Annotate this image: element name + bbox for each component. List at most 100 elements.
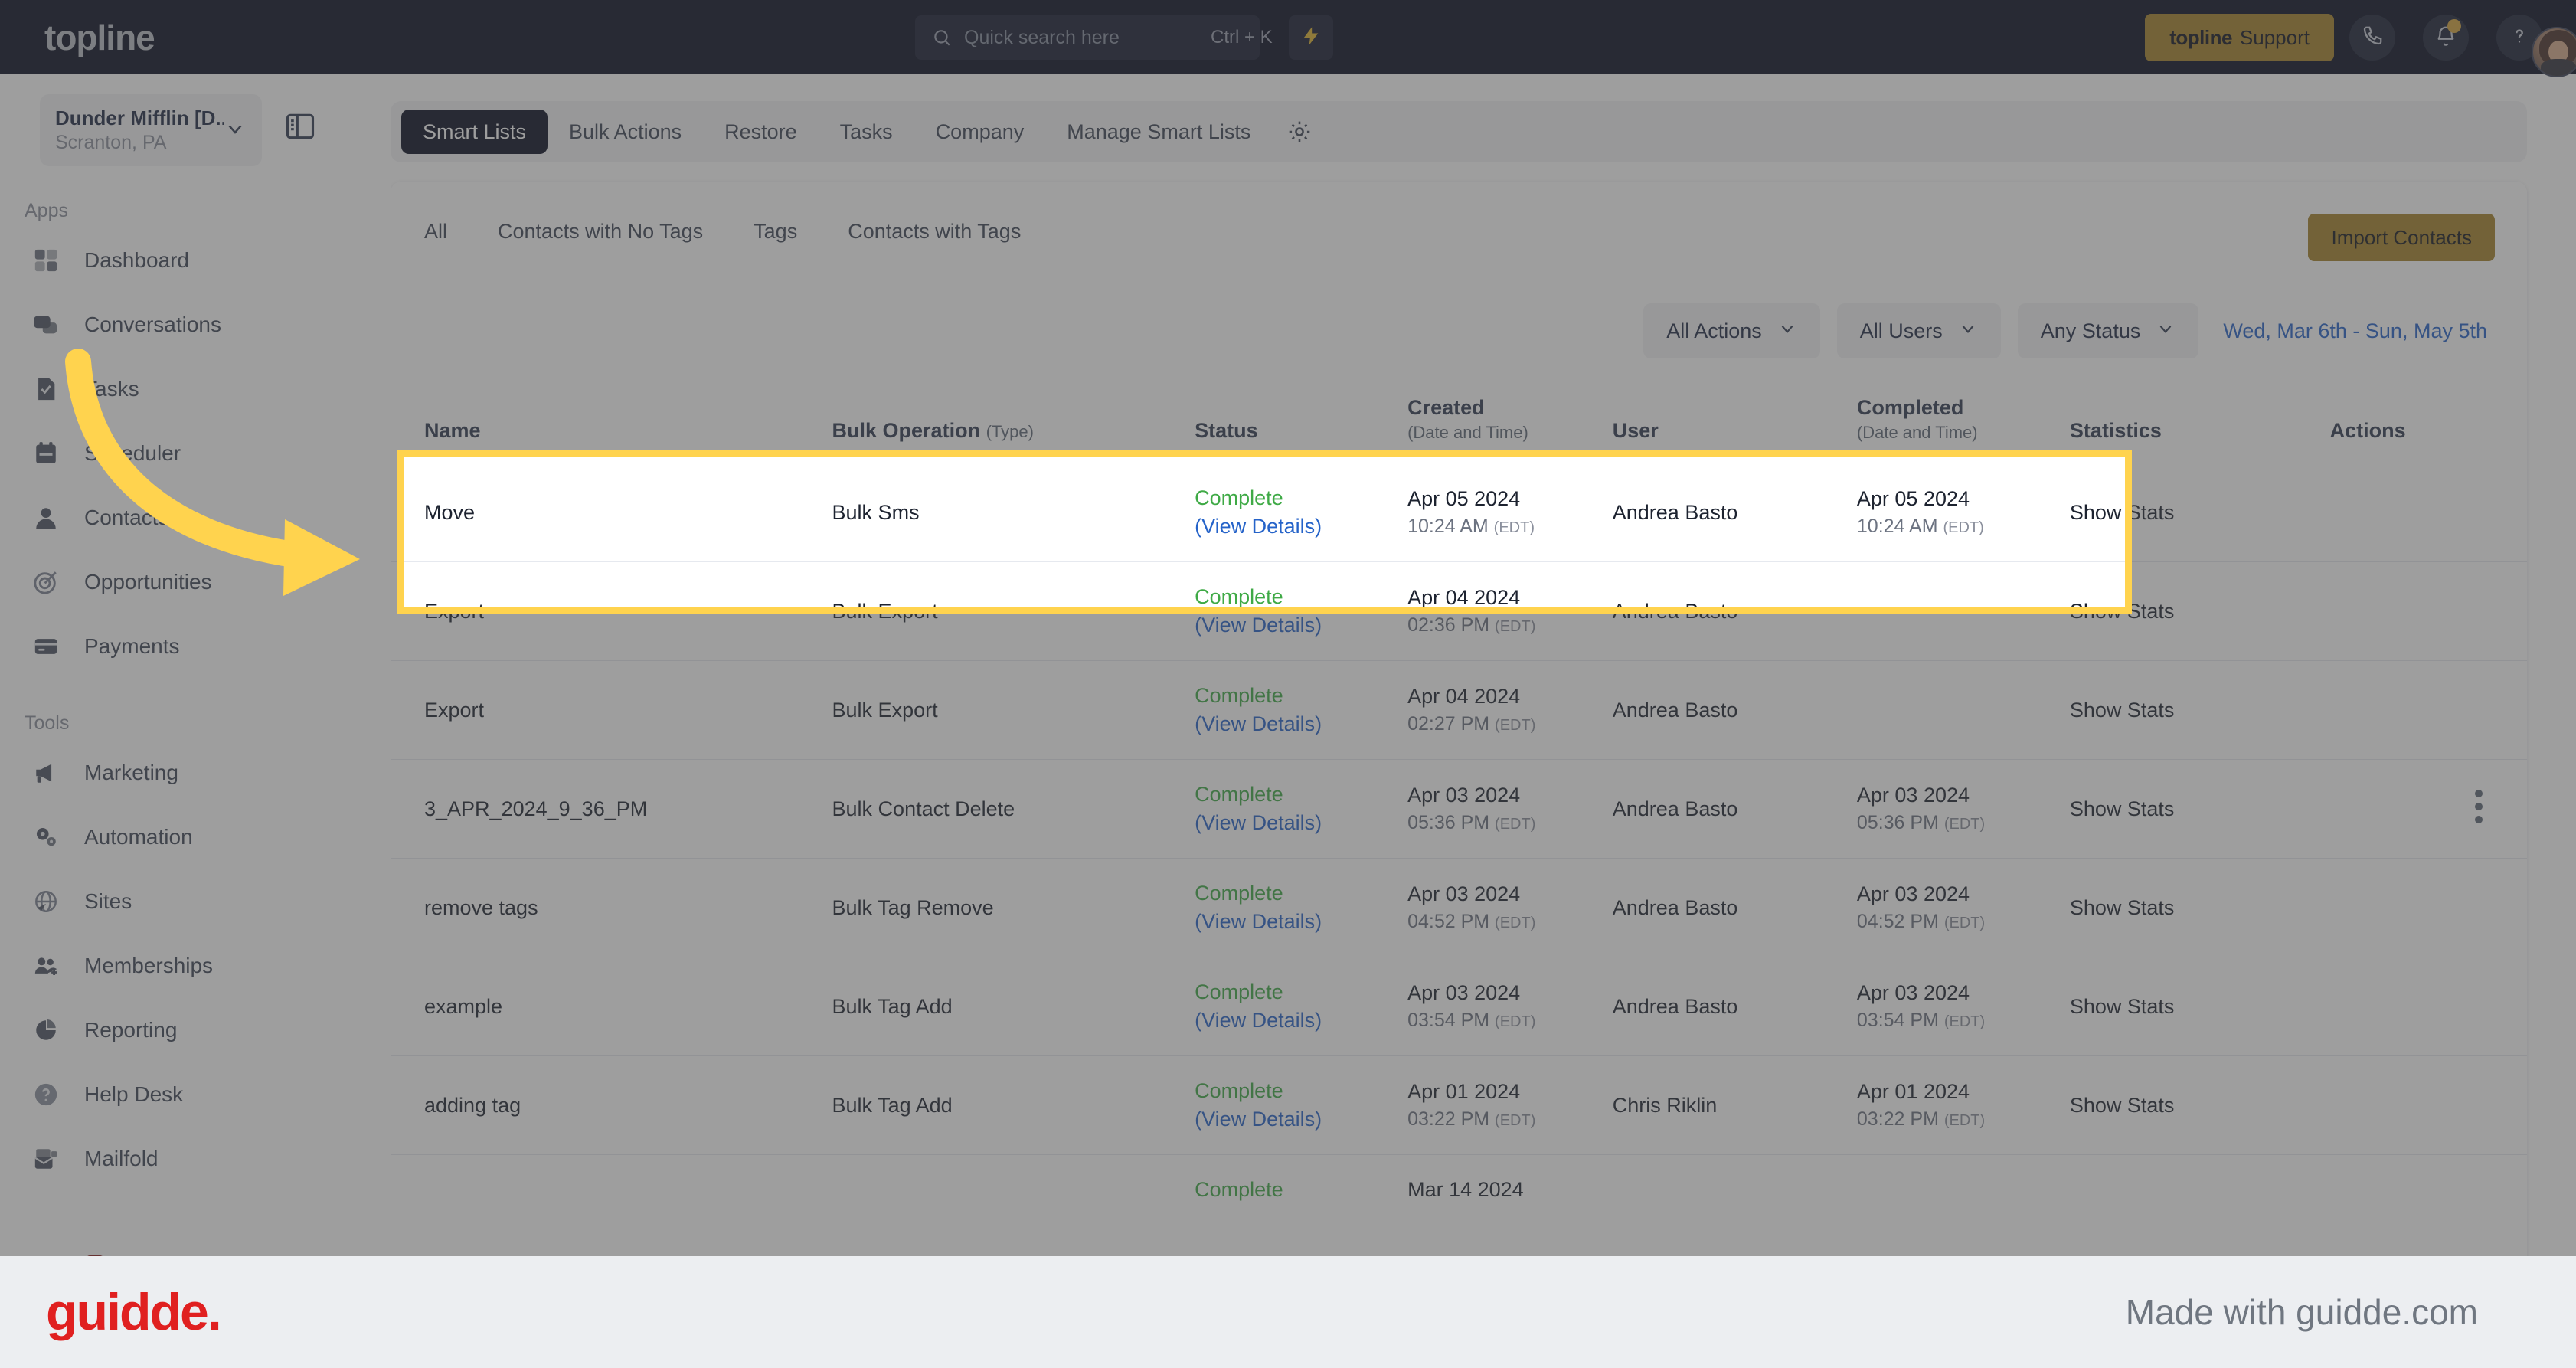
global-search-box[interactable]: Ctrl + K — [915, 15, 1273, 60]
people-plus-icon — [31, 951, 61, 981]
show-stats-link[interactable]: Show Stats — [2070, 797, 2175, 820]
subtab-contacts-with-no-tags[interactable]: Contacts with No Tags — [498, 220, 703, 244]
sidebar-item-label: Payments — [84, 634, 180, 658]
sidebar-section-tools: Tools — [25, 712, 70, 734]
table-row[interactable]: Export Bulk Export Complete (View Detail… — [391, 660, 2527, 760]
sidebar-item-mailfold[interactable]: Mailfold — [0, 1127, 391, 1191]
view-details-link[interactable]: (View Details) — [1195, 515, 1407, 538]
column-header-name[interactable]: Name — [391, 381, 832, 463]
show-stats-link[interactable]: Show Stats — [2070, 600, 2175, 623]
column-header-completed[interactable]: Completed (Date and Time) — [1857, 381, 2070, 463]
gear-icon[interactable] — [1284, 116, 1315, 147]
sidebar-item-payments[interactable]: Payments — [0, 614, 391, 679]
column-header-created[interactable]: Created (Date and Time) — [1407, 381, 1613, 463]
tab-bulk-actions[interactable]: Bulk Actions — [548, 110, 703, 154]
phone-button[interactable] — [2349, 15, 2395, 61]
status-badge: Complete — [1195, 1079, 1283, 1102]
created-time: 04:52 PM (EDT) — [1407, 911, 1536, 932]
cell-completed: Apr 01 2024 03:22 PM (EDT) — [1856, 1055, 2070, 1155]
sidebar-item-conversations[interactable]: Conversations — [0, 293, 391, 357]
cell-created: Apr 03 2024 03:54 PM (EDT) — [1407, 957, 1613, 1056]
subtab-tags[interactable]: Tags — [754, 220, 797, 244]
view-details-link[interactable]: (View Details) — [1195, 811, 1407, 835]
cell-statistics: Show Stats — [2069, 858, 2330, 957]
search-input[interactable] — [964, 26, 1211, 49]
sidebar-item-marketing[interactable]: Marketing — [0, 741, 391, 805]
view-details-link[interactable]: (View Details) — [1195, 712, 1407, 736]
cell-user: Andrea Basto — [1612, 957, 1857, 1056]
location-switcher[interactable]: Dunder Mifflin [D... Scranton, PA — [40, 94, 262, 166]
sidebar-item-automation[interactable]: Automation — [0, 805, 391, 869]
sidebar-item-sites[interactable]: Sites — [0, 869, 391, 934]
table-row[interactable]: 3_APR_2024_9_36_PM Bulk Contact Delete C… — [391, 759, 2527, 859]
cell-user: Andrea Basto — [1612, 759, 1857, 859]
column-header-user[interactable]: User — [1613, 381, 1857, 463]
tab-restore[interactable]: Restore — [703, 110, 819, 154]
table-header: Name Bulk Operation (Type) Status Create… — [391, 381, 2527, 463]
help-button[interactable] — [2496, 15, 2576, 77]
column-header-status[interactable]: Status — [1195, 381, 1407, 463]
topline-support-button[interactable]: topline Support — [2145, 14, 2334, 61]
cell-statistics: Show Stats — [2069, 561, 2330, 661]
app-logo[interactable]: topline — [44, 17, 155, 58]
sidebar-item-contacts[interactable]: Contacts — [0, 486, 391, 550]
row-actions-kebab-icon[interactable] — [2475, 789, 2483, 829]
megaphone-icon — [31, 758, 61, 788]
completed-date: Apr 01 2024 — [1856, 1080, 1970, 1103]
cell-name: Export — [391, 561, 832, 661]
table-row[interactable]: example Bulk Tag Add Complete (View Deta… — [391, 957, 2527, 1056]
sidebar-item-memberships[interactable]: Memberships — [0, 934, 391, 998]
table-row[interactable]: Complete Mar 14 2024 — [391, 1154, 2527, 1225]
all-actions-label: All Actions — [1666, 319, 1762, 342]
pie-chart-icon — [31, 1015, 61, 1046]
sidebar-item-tasks[interactable]: Tasks — [0, 357, 391, 421]
subtab-all[interactable]: All — [424, 220, 447, 244]
cell-status: Complete (View Details) — [1195, 957, 1408, 1056]
table-row[interactable]: adding tag Bulk Tag Add Complete (View D… — [391, 1055, 2527, 1155]
sidebar-item-reporting[interactable]: Reporting — [0, 998, 391, 1062]
completed-date: Apr 05 2024 — [1856, 487, 1970, 510]
view-details-link[interactable]: (View Details) — [1195, 614, 1407, 637]
created-date: Apr 04 2024 — [1407, 586, 1521, 609]
show-stats-link[interactable]: Show Stats — [2070, 1094, 2175, 1117]
column-header-bulk-operation[interactable]: Bulk Operation (Type) — [832, 381, 1195, 463]
sidebar-item-scheduler[interactable]: Scheduler — [0, 421, 391, 486]
subtab-contacts-with-tags[interactable]: Contacts with Tags — [848, 220, 1021, 244]
cell-user: Andrea Basto — [1612, 463, 1857, 562]
task-check-icon — [31, 374, 61, 404]
cell-operation: Bulk Export — [832, 561, 1195, 661]
sidebar-item-dashboard[interactable]: Dashboard — [0, 228, 391, 293]
any-status-filter[interactable]: Any Status — [2017, 303, 2199, 358]
cell-operation: Bulk Tag Add — [832, 1055, 1195, 1155]
cell-created: Apr 04 2024 02:36 PM (EDT) — [1407, 561, 1613, 661]
completed-text: Completed — [1856, 396, 1964, 419]
view-details-link[interactable]: (View Details) — [1195, 910, 1407, 934]
show-stats-link[interactable]: Show Stats — [2070, 699, 2175, 722]
table-row[interactable]: Export Bulk Export Complete (View Detail… — [391, 561, 2527, 661]
quick-actions-bolt-button[interactable] — [1289, 15, 1333, 60]
column-header-actions: Actions — [2329, 419, 2406, 442]
table-row[interactable]: Move Bulk Sms Complete (View Details) Ap… — [391, 463, 2527, 562]
made-with-guidde-text: Made with guidde.com — [2125, 1292, 2478, 1332]
table-row[interactable]: remove tags Bulk Tag Remove Complete (Vi… — [391, 858, 2527, 957]
tab-company[interactable]: Company — [914, 110, 1046, 154]
tab-manage-smart-lists[interactable]: Manage Smart Lists — [1045, 110, 1272, 154]
panel-toggle-icon[interactable] — [283, 110, 320, 146]
show-stats-link[interactable]: Show Stats — [2070, 501, 2175, 524]
column-header-statistics[interactable]: Statistics — [2070, 381, 2330, 463]
all-users-filter[interactable]: All Users — [1836, 303, 2001, 358]
sidebar-item-help-desk[interactable]: Help Desk — [0, 1062, 391, 1127]
user-avatar[interactable] — [2532, 27, 2576, 77]
import-contacts-button[interactable]: Import Contacts — [2308, 214, 2495, 261]
all-actions-filter[interactable]: All Actions — [1643, 303, 1820, 358]
sidebar-item-opportunities[interactable]: Opportunities — [0, 550, 391, 614]
show-stats-link[interactable]: Show Stats — [2070, 896, 2175, 919]
tab-tasks[interactable]: Tasks — [819, 110, 914, 154]
tab-smart-lists[interactable]: Smart Lists — [401, 110, 548, 154]
view-details-link[interactable]: (View Details) — [1195, 1009, 1407, 1033]
date-range-picker[interactable]: Wed, Mar 6th - Sun, May 5th — [2223, 319, 2487, 343]
notifications-button[interactable] — [2423, 15, 2469, 61]
view-details-link[interactable]: (View Details) — [1195, 1108, 1407, 1131]
show-stats-link[interactable]: Show Stats — [2070, 995, 2175, 1018]
top-navigation-bar: topline Ctrl + K topline Support — [0, 0, 2576, 77]
